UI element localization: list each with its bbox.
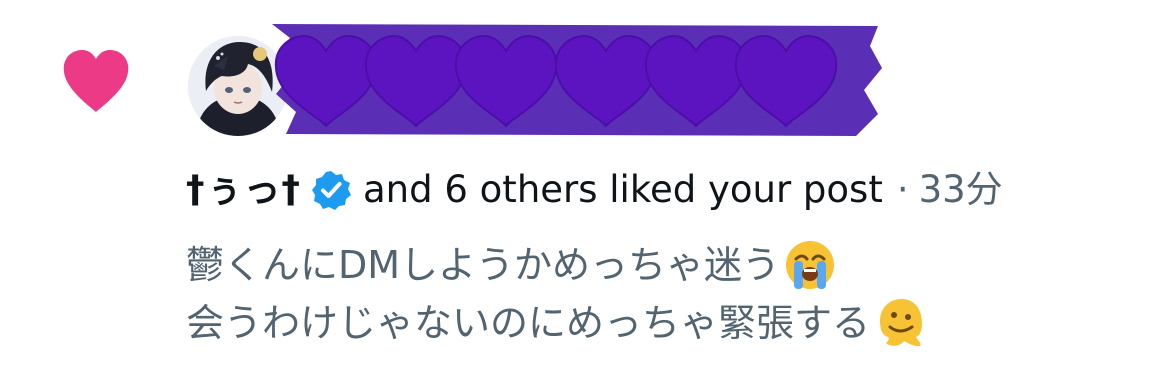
user-name[interactable]: †ぅっ† [186, 164, 301, 216]
timestamp: 33分 [918, 168, 1003, 211]
redaction-overlay [272, 24, 882, 136]
post-text: 会うわけじゃないのにめっちゃ緊張する [186, 301, 871, 345]
melting-face-emoji [880, 299, 923, 347]
liker-avatars [188, 24, 908, 136]
post-line: 鬱くんにDMしようかめっちゃ迷う [186, 236, 926, 294]
post-line: 会うわけじゃないのにめっちゃ緊張する [186, 294, 926, 352]
liked-text: and 6 others liked your post [363, 168, 883, 211]
verified-badge-icon [312, 171, 351, 210]
notification-summary: †ぅっ† and 6 others liked your post · 33分 [186, 164, 1003, 216]
post-text: 鬱くんにDMしようかめっちゃ迷う [186, 243, 781, 287]
loudly-crying-face-emoji [786, 241, 835, 289]
separator-dot: · [896, 168, 909, 211]
post-preview[interactable]: 鬱くんにDMしようかめっちゃ迷う 会うわけじゃないのにめっちゃ緊張する [186, 236, 926, 352]
heart-icon [63, 50, 129, 112]
like-notification[interactable]: †ぅっ† and 6 others liked your post · 33分 … [0, 0, 1170, 373]
